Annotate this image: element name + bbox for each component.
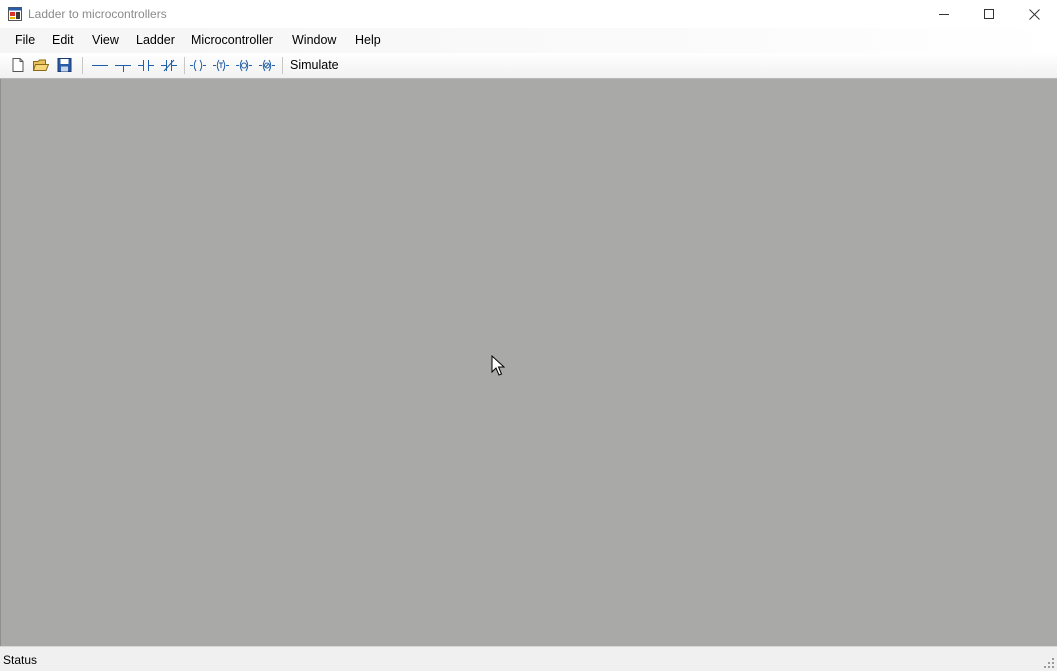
title-bar[interactable]: Ladder to microcontrollers [0,0,1057,28]
resize-grip-icon[interactable] [1043,657,1055,669]
menu-file[interactable]: File [15,33,35,47]
close-button[interactable] [1011,0,1057,28]
toolbar-separator [282,57,283,74]
ladder-app-icon [8,7,22,21]
status-text: Status [3,653,38,667]
open-folder-icon[interactable] [32,57,50,73]
ladder-workspace[interactable] [0,79,1057,646]
save-icon[interactable] [56,57,74,73]
close-icon [1028,8,1040,20]
toolbar: Simulate [0,53,1057,79]
coil-negated-icon[interactable] [212,57,230,73]
window-title: Ladder to microcontrollers [28,7,167,21]
menu-view[interactable]: View [92,33,119,47]
menu-ladder[interactable]: Ladder [136,33,175,47]
coil-icon[interactable] [189,57,207,73]
menu-bar: File Edit View Ladder Microcontroller Wi… [0,28,1057,53]
coil-set-icon[interactable] [235,57,253,73]
menu-window[interactable]: Window [292,33,336,47]
wire-icon[interactable] [91,57,109,73]
minimize-button[interactable] [921,0,967,28]
contact-no-icon[interactable] [137,57,155,73]
status-bar: Status [0,646,1057,671]
minimize-icon [939,14,949,15]
maximize-button[interactable] [966,0,1012,28]
menu-microcontroller[interactable]: Microcontroller [191,33,273,47]
menu-edit[interactable]: Edit [52,33,74,47]
coil-reset-icon[interactable] [258,57,276,73]
menu-help[interactable]: Help [355,33,381,47]
new-file-icon[interactable] [9,57,27,73]
branch-icon[interactable] [114,57,132,73]
toolbar-separator [82,57,83,74]
contact-nc-icon[interactable] [160,57,178,73]
mouse-cursor-icon [491,355,505,376]
toolbar-separator [184,57,185,74]
maximize-icon [984,9,994,19]
simulate-button[interactable]: Simulate [286,57,343,73]
